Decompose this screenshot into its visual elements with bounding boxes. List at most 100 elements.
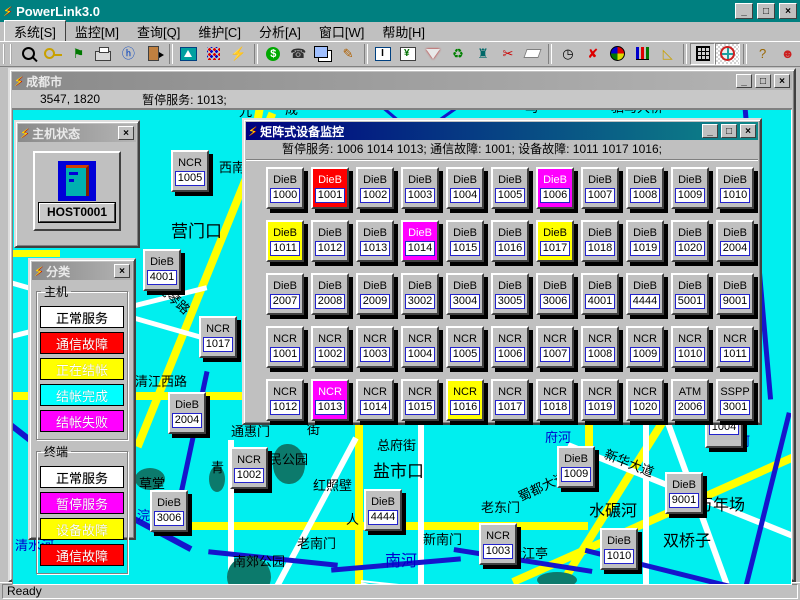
device-button-dieb-1000[interactable]: DieB1000 <box>266 167 304 209</box>
device-button-ncr-1001[interactable]: NCR1001 <box>266 326 304 368</box>
device-button-ncr-1009[interactable]: NCR1009 <box>626 326 664 368</box>
device-button-dieb-1012[interactable]: DieB1012 <box>311 220 349 262</box>
device-button-dieb-2008[interactable]: DieB2008 <box>311 273 349 315</box>
device-button-ncr-1019[interactable]: NCR1019 <box>581 379 619 421</box>
device-button-ncr-1005[interactable]: NCR1005 <box>446 326 484 368</box>
target-icon[interactable] <box>715 43 740 65</box>
device-button-dieb-3002[interactable]: DieB3002 <box>401 273 439 315</box>
device-button-dieb-3004[interactable]: DieB3004 <box>446 273 484 315</box>
minimize-button[interactable]: _ <box>702 124 718 138</box>
maximize-button[interactable]: □ <box>757 3 775 19</box>
device-button-ncr-1004[interactable]: NCR1004 <box>401 326 439 368</box>
device-button-ncr-1017[interactable]: NCR1017 <box>199 316 237 358</box>
device-button-dieb-9001[interactable]: DieB9001 <box>716 273 754 315</box>
device-button-ncr-1020[interactable]: NCR1020 <box>626 379 664 421</box>
menu-item-2[interactable]: 查询[Q] <box>128 21 189 42</box>
device-button-dieb-4444[interactable]: DieB4444 <box>626 273 664 315</box>
device-button-dieb-1005[interactable]: DieB1005 <box>491 167 529 209</box>
protractor-icon[interactable]: ◺ <box>655 43 680 65</box>
minimize-button[interactable]: _ <box>735 3 753 19</box>
legend-window-titlebar[interactable]: ⚡ 分类 × <box>32 262 132 280</box>
device-button-dieb-2004[interactable]: DieB2004 <box>716 220 754 262</box>
minimize-button[interactable]: _ <box>736 74 752 88</box>
hp-doc-icon[interactable]: ⓗ <box>116 43 141 65</box>
device-button-dieb-2009[interactable]: DieB2009 <box>356 273 394 315</box>
device-button-dieb-1008[interactable]: DieB1008 <box>626 167 664 209</box>
device-button-dieb-3006[interactable]: DieB3006 <box>536 273 574 315</box>
matrix-view-icon[interactable] <box>201 43 226 65</box>
device-button-dieb-2004[interactable]: DieB2004 <box>168 392 206 434</box>
device-button-dieb-1011[interactable]: DieB1011 <box>266 220 304 262</box>
find-icon[interactable] <box>16 43 41 65</box>
device-button-ncr-1002[interactable]: NCR1002 <box>230 447 268 489</box>
device-button-dieb-4001[interactable]: DieB4001 <box>581 273 619 315</box>
building-icon[interactable] <box>690 43 715 65</box>
finance-chart-icon[interactable] <box>396 43 421 65</box>
menu-item-3[interactable]: 维护[C] <box>189 21 250 42</box>
about-icon[interactable]: ☻ <box>775 43 800 65</box>
brush-icon[interactable]: ✎ <box>336 43 361 65</box>
device-button-dieb-2007[interactable]: DieB2007 <box>266 273 304 315</box>
clock-icon[interactable]: ◷ <box>555 43 580 65</box>
bank-icon[interactable]: ♜ <box>470 43 495 65</box>
lightning-icon[interactable]: ⚡ <box>226 43 251 65</box>
device-button-dieb-1010[interactable]: DieB1010 <box>716 167 754 209</box>
device-button-ncr-1014[interactable]: NCR1014 <box>356 379 394 421</box>
flag-icon[interactable]: ⚑ <box>66 43 91 65</box>
device-button-dieb-1016[interactable]: DieB1016 <box>491 220 529 262</box>
device-button-sspp-3001[interactable]: SSPP3001 <box>716 379 754 421</box>
device-button-ncr-1011[interactable]: NCR1011 <box>716 326 754 368</box>
device-button-dieb-1006[interactable]: DieB1006 <box>536 167 574 209</box>
device-button-ncr-1003[interactable]: NCR1003 <box>479 523 517 565</box>
map-window-titlebar[interactable]: ⚡ 成都市 _ □ × <box>12 72 792 90</box>
device-button-dieb-3006[interactable]: DieB3006 <box>150 490 188 532</box>
close-button[interactable]: × <box>779 3 797 19</box>
matrix-window-titlebar[interactable]: ⚡ 矩阵式设备监控 _ □ × <box>246 122 758 140</box>
device-button-ncr-1003[interactable]: NCR1003 <box>356 326 394 368</box>
device-button-dieb-1002[interactable]: DieB1002 <box>356 167 394 209</box>
delete-icon[interactable]: ✘ <box>580 43 605 65</box>
device-button-ncr-1008[interactable]: NCR1008 <box>581 326 619 368</box>
device-button-ncr-1012[interactable]: NCR1012 <box>266 379 304 421</box>
device-button-dieb-3005[interactable]: DieB3005 <box>491 273 529 315</box>
menu-item-6[interactable]: 帮助[H] <box>373 21 434 42</box>
device-button-dieb-1004[interactable]: DieB1004 <box>446 167 484 209</box>
device-button-dieb-4001[interactable]: DieB4001 <box>143 249 181 291</box>
device-button-ncr-1015[interactable]: NCR1015 <box>401 379 439 421</box>
printer-icon[interactable] <box>91 43 116 65</box>
device-button-dieb-9001[interactable]: DieB9001 <box>665 472 703 514</box>
device-button-ncr-1013[interactable]: NCR1013 <box>311 379 349 421</box>
menu-item-4[interactable]: 分析[A] <box>250 21 310 42</box>
device-button-dieb-1001[interactable]: DieB1001 <box>311 167 349 209</box>
device-button-dieb-5001[interactable]: DieB5001 <box>671 273 709 315</box>
close-button[interactable]: × <box>118 126 134 140</box>
close-button[interactable]: × <box>114 264 130 278</box>
bar-chart-icon[interactable] <box>630 43 655 65</box>
device-button-dieb-1019[interactable]: DieB1019 <box>626 220 664 262</box>
device-button-dieb-1015[interactable]: DieB1015 <box>446 220 484 262</box>
maximize-button[interactable]: □ <box>721 124 737 138</box>
close-button[interactable]: × <box>740 124 756 138</box>
filter-icon[interactable] <box>421 43 446 65</box>
device-button-ncr-1007[interactable]: NCR1007 <box>536 326 574 368</box>
toolbar-drag-handle[interactable] <box>3 44 12 64</box>
device-button-dieb-1018[interactable]: DieB1018 <box>581 220 619 262</box>
eraser-icon[interactable] <box>520 43 545 65</box>
device-button-ncr-1002[interactable]: NCR1002 <box>311 326 349 368</box>
device-button-ncr-1016[interactable]: NCR1016 <box>446 379 484 421</box>
money-icon[interactable] <box>261 43 286 65</box>
map-view-icon[interactable] <box>176 43 201 65</box>
device-button-dieb-1010[interactable]: DieB1010 <box>600 528 638 570</box>
device-button-dieb-1003[interactable]: DieB1003 <box>401 167 439 209</box>
cascade-windows-icon[interactable] <box>311 43 336 65</box>
exit-door-icon[interactable] <box>141 43 166 65</box>
device-button-ncr-1017[interactable]: NCR1017 <box>491 379 529 421</box>
phone-icon[interactable]: ☎ <box>286 43 311 65</box>
key-icon[interactable] <box>41 43 66 65</box>
host-window-titlebar[interactable]: ⚡ 主机状态 × <box>18 124 136 142</box>
help-icon[interactable]: ? <box>750 43 775 65</box>
refresh-icon[interactable]: ♻ <box>446 43 471 65</box>
device-button-dieb-1009[interactable]: DieB1009 <box>557 446 595 488</box>
device-button-dieb-1009[interactable]: DieB1009 <box>671 167 709 209</box>
device-button-dieb-1007[interactable]: DieB1007 <box>581 167 619 209</box>
